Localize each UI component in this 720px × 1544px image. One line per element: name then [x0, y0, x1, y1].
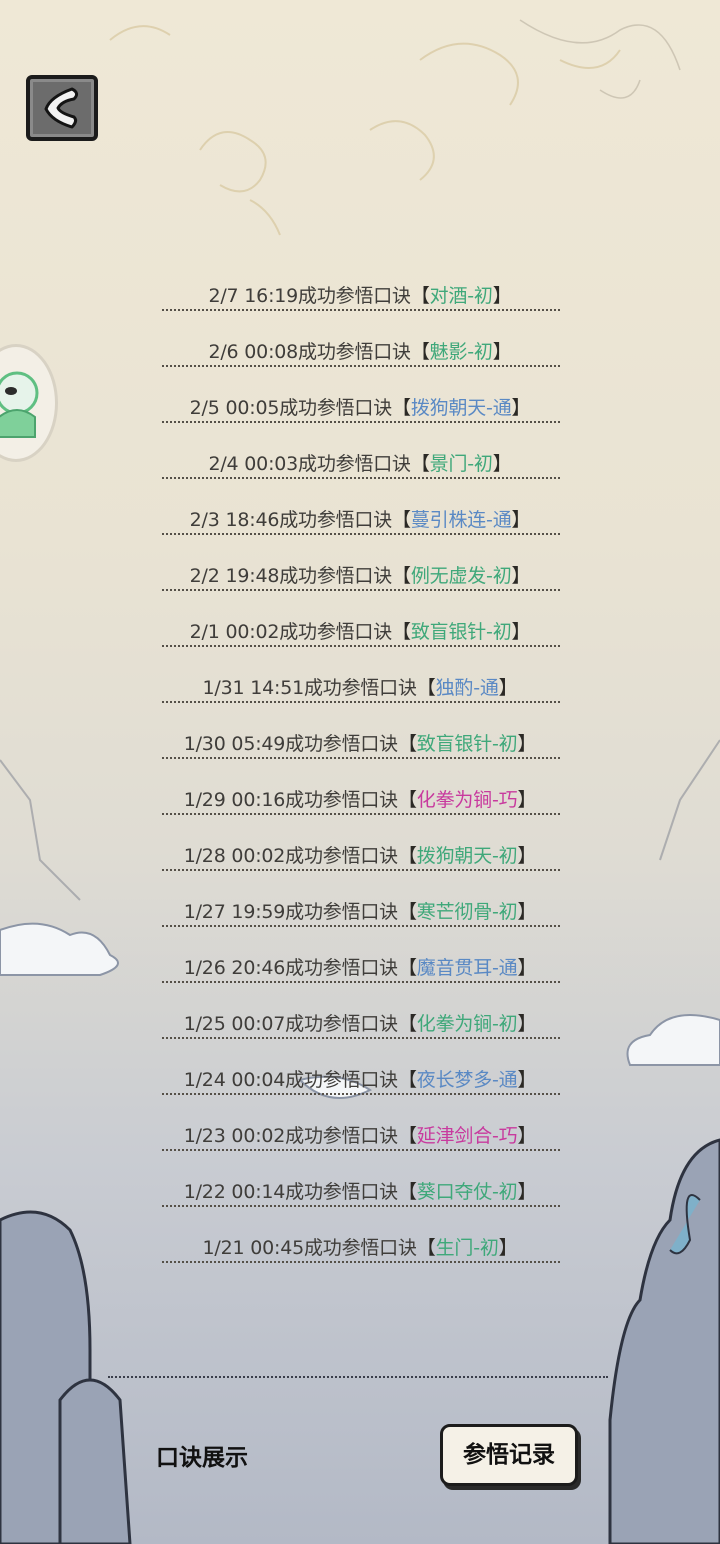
bracket-close: 】: [511, 565, 531, 587]
mantra-name: 拨狗朝天-通: [410, 397, 512, 419]
record-text: 2/3 18:46成功参悟口诀: [189, 509, 393, 531]
record-row: 1/31 14:51成功参悟口诀【独酌-通】: [150, 660, 570, 716]
bracket-close: 】: [492, 285, 512, 307]
record-row: 2/4 00:03成功参悟口诀【景门-初】: [150, 436, 570, 492]
record-row: 2/6 00:08成功参悟口诀【魅影-初】: [150, 324, 570, 380]
mantra-name: 生门-初: [435, 1237, 499, 1259]
bracket-close: 】: [498, 1237, 518, 1259]
record-text: 1/24 00:04成功参悟口诀: [183, 1069, 398, 1091]
mantra-name: 化拳为锏-巧: [416, 789, 518, 811]
bottom-divider: [108, 1376, 608, 1378]
bracket-open: 【: [397, 1013, 417, 1035]
mantra-name: 拨狗朝天-初: [416, 845, 518, 867]
bracket-close: 】: [517, 1125, 537, 1147]
mantra-name: 蔓引株连-通: [410, 509, 512, 531]
record-text: 1/25 00:07成功参悟口诀: [183, 1013, 398, 1035]
bracket-close: 】: [492, 341, 512, 363]
record-row: 1/29 00:16成功参悟口诀【化拳为锏-巧】: [150, 772, 570, 828]
bracket-close: 】: [517, 1013, 537, 1035]
record-row: 2/2 19:48成功参悟口诀【例无虚发-初】: [150, 548, 570, 604]
mantra-name: 魔音贯耳-通: [416, 957, 518, 979]
bracket-close: 】: [511, 621, 531, 643]
bracket-open: 【: [397, 901, 417, 923]
bracket-open: 【: [397, 733, 417, 755]
record-text: 2/7 16:19成功参悟口诀: [208, 285, 411, 307]
bracket-close: 】: [517, 845, 537, 867]
record-text: 1/21 00:45成功参悟口诀: [202, 1237, 417, 1259]
bracket-open: 【: [397, 789, 417, 811]
mantra-name: 夜长梦多-通: [416, 1069, 518, 1091]
record-text: 1/30 05:49成功参悟口诀: [183, 733, 398, 755]
chevron-left-icon: [44, 87, 79, 129]
record-row: 2/3 18:46成功参悟口诀【蔓引株连-通】: [150, 492, 570, 548]
bracket-open: 【: [392, 397, 411, 419]
bracket-open: 【: [397, 1181, 417, 1203]
record-text: 1/31 14:51成功参悟口诀: [202, 677, 417, 699]
bracket-open: 【: [410, 285, 430, 307]
tab-comprehension-record[interactable]: 参悟记录: [440, 1424, 578, 1486]
bracket-close: 】: [517, 1181, 537, 1203]
record-row: 2/7 16:19成功参悟口诀【对酒-初】: [150, 268, 570, 324]
mantra-name: 葵口夺仗-初: [416, 1181, 518, 1203]
record-row: 1/25 00:07成功参悟口诀【化拳为锏-初】: [150, 996, 570, 1052]
record-text: 1/28 00:02成功参悟口诀: [183, 845, 398, 867]
bracket-open: 【: [416, 1237, 436, 1259]
bracket-open: 【: [397, 1069, 417, 1091]
bracket-open: 【: [410, 453, 430, 475]
record-text: 1/27 19:59成功参悟口诀: [183, 901, 398, 923]
record-text: 2/5 00:05成功参悟口诀: [189, 397, 393, 419]
record-row: 1/21 00:45成功参悟口诀【生门-初】: [150, 1220, 570, 1276]
record-text: 2/1 00:02成功参悟口诀: [189, 621, 393, 643]
bracket-close: 】: [517, 1069, 537, 1091]
record-row: 1/22 00:14成功参悟口诀【葵口夺仗-初】: [150, 1164, 570, 1220]
record-row: 1/24 00:04成功参悟口诀【夜长梦多-通】: [150, 1052, 570, 1108]
bracket-close: 】: [511, 397, 531, 419]
mantra-name: 致盲银针-初: [416, 733, 518, 755]
bracket-close: 】: [517, 789, 537, 811]
bracket-open: 【: [392, 509, 411, 531]
record-text: 1/26 20:46成功参悟口诀: [183, 957, 398, 979]
bracket-open: 【: [416, 677, 436, 699]
record-row: 2/5 00:05成功参悟口诀【拨狗朝天-通】: [150, 380, 570, 436]
bracket-open: 【: [410, 341, 430, 363]
bracket-close: 】: [511, 509, 531, 531]
bracket-close: 】: [492, 453, 512, 475]
record-row: 1/28 00:02成功参悟口诀【拨狗朝天-初】: [150, 828, 570, 884]
tab-mantra-display[interactable]: 口诀展示: [156, 1440, 248, 1476]
bracket-open: 【: [397, 1125, 417, 1147]
record-row: 1/27 19:59成功参悟口诀【寒芒彻骨-初】: [150, 884, 570, 940]
bracket-close: 】: [517, 733, 537, 755]
mantra-name: 致盲银针-初: [410, 621, 512, 643]
record-text: 2/2 19:48成功参悟口诀: [189, 565, 393, 587]
mantra-name: 寒芒彻骨-初: [416, 901, 518, 923]
mantra-name: 魅影-初: [429, 341, 493, 363]
bracket-close: 】: [517, 901, 537, 923]
green-creature-icon: [0, 371, 39, 438]
bracket-open: 【: [392, 565, 411, 587]
comprehension-record-list: 2/7 16:19成功参悟口诀【对酒-初】 2/6 00:08成功参悟口诀【魅影-…: [150, 268, 570, 1276]
record-row: 2/1 00:02成功参悟口诀【致盲银针-初】: [150, 604, 570, 660]
record-row: 1/23 00:02成功参悟口诀【延津剑合-巧】: [150, 1108, 570, 1164]
mantra-name: 例无虚发-初: [410, 565, 512, 587]
mantra-name: 独酌-通: [435, 677, 499, 699]
back-button[interactable]: [26, 75, 98, 141]
record-row: 1/26 20:46成功参悟口诀【魔音贯耳-通】: [150, 940, 570, 996]
record-text: 1/29 00:16成功参悟口诀: [183, 789, 398, 811]
bracket-open: 【: [392, 621, 411, 643]
record-row: 1/30 05:49成功参悟口诀【致盲银针-初】: [150, 716, 570, 772]
bracket-open: 【: [397, 957, 417, 979]
record-text: 1/23 00:02成功参悟口诀: [183, 1125, 398, 1147]
bracket-open: 【: [397, 845, 417, 867]
bracket-close: 】: [498, 677, 518, 699]
record-text: 2/4 00:03成功参悟口诀: [208, 453, 411, 475]
mantra-name: 化拳为锏-初: [416, 1013, 518, 1035]
side-avatar-button[interactable]: [0, 344, 58, 462]
bracket-close: 】: [517, 957, 537, 979]
mantra-name: 对酒-初: [429, 285, 493, 307]
record-text: 1/22 00:14成功参悟口诀: [183, 1181, 398, 1203]
mantra-name: 延津剑合-巧: [416, 1125, 518, 1147]
mantra-name: 景门-初: [429, 453, 493, 475]
record-text: 2/6 00:08成功参悟口诀: [208, 341, 411, 363]
